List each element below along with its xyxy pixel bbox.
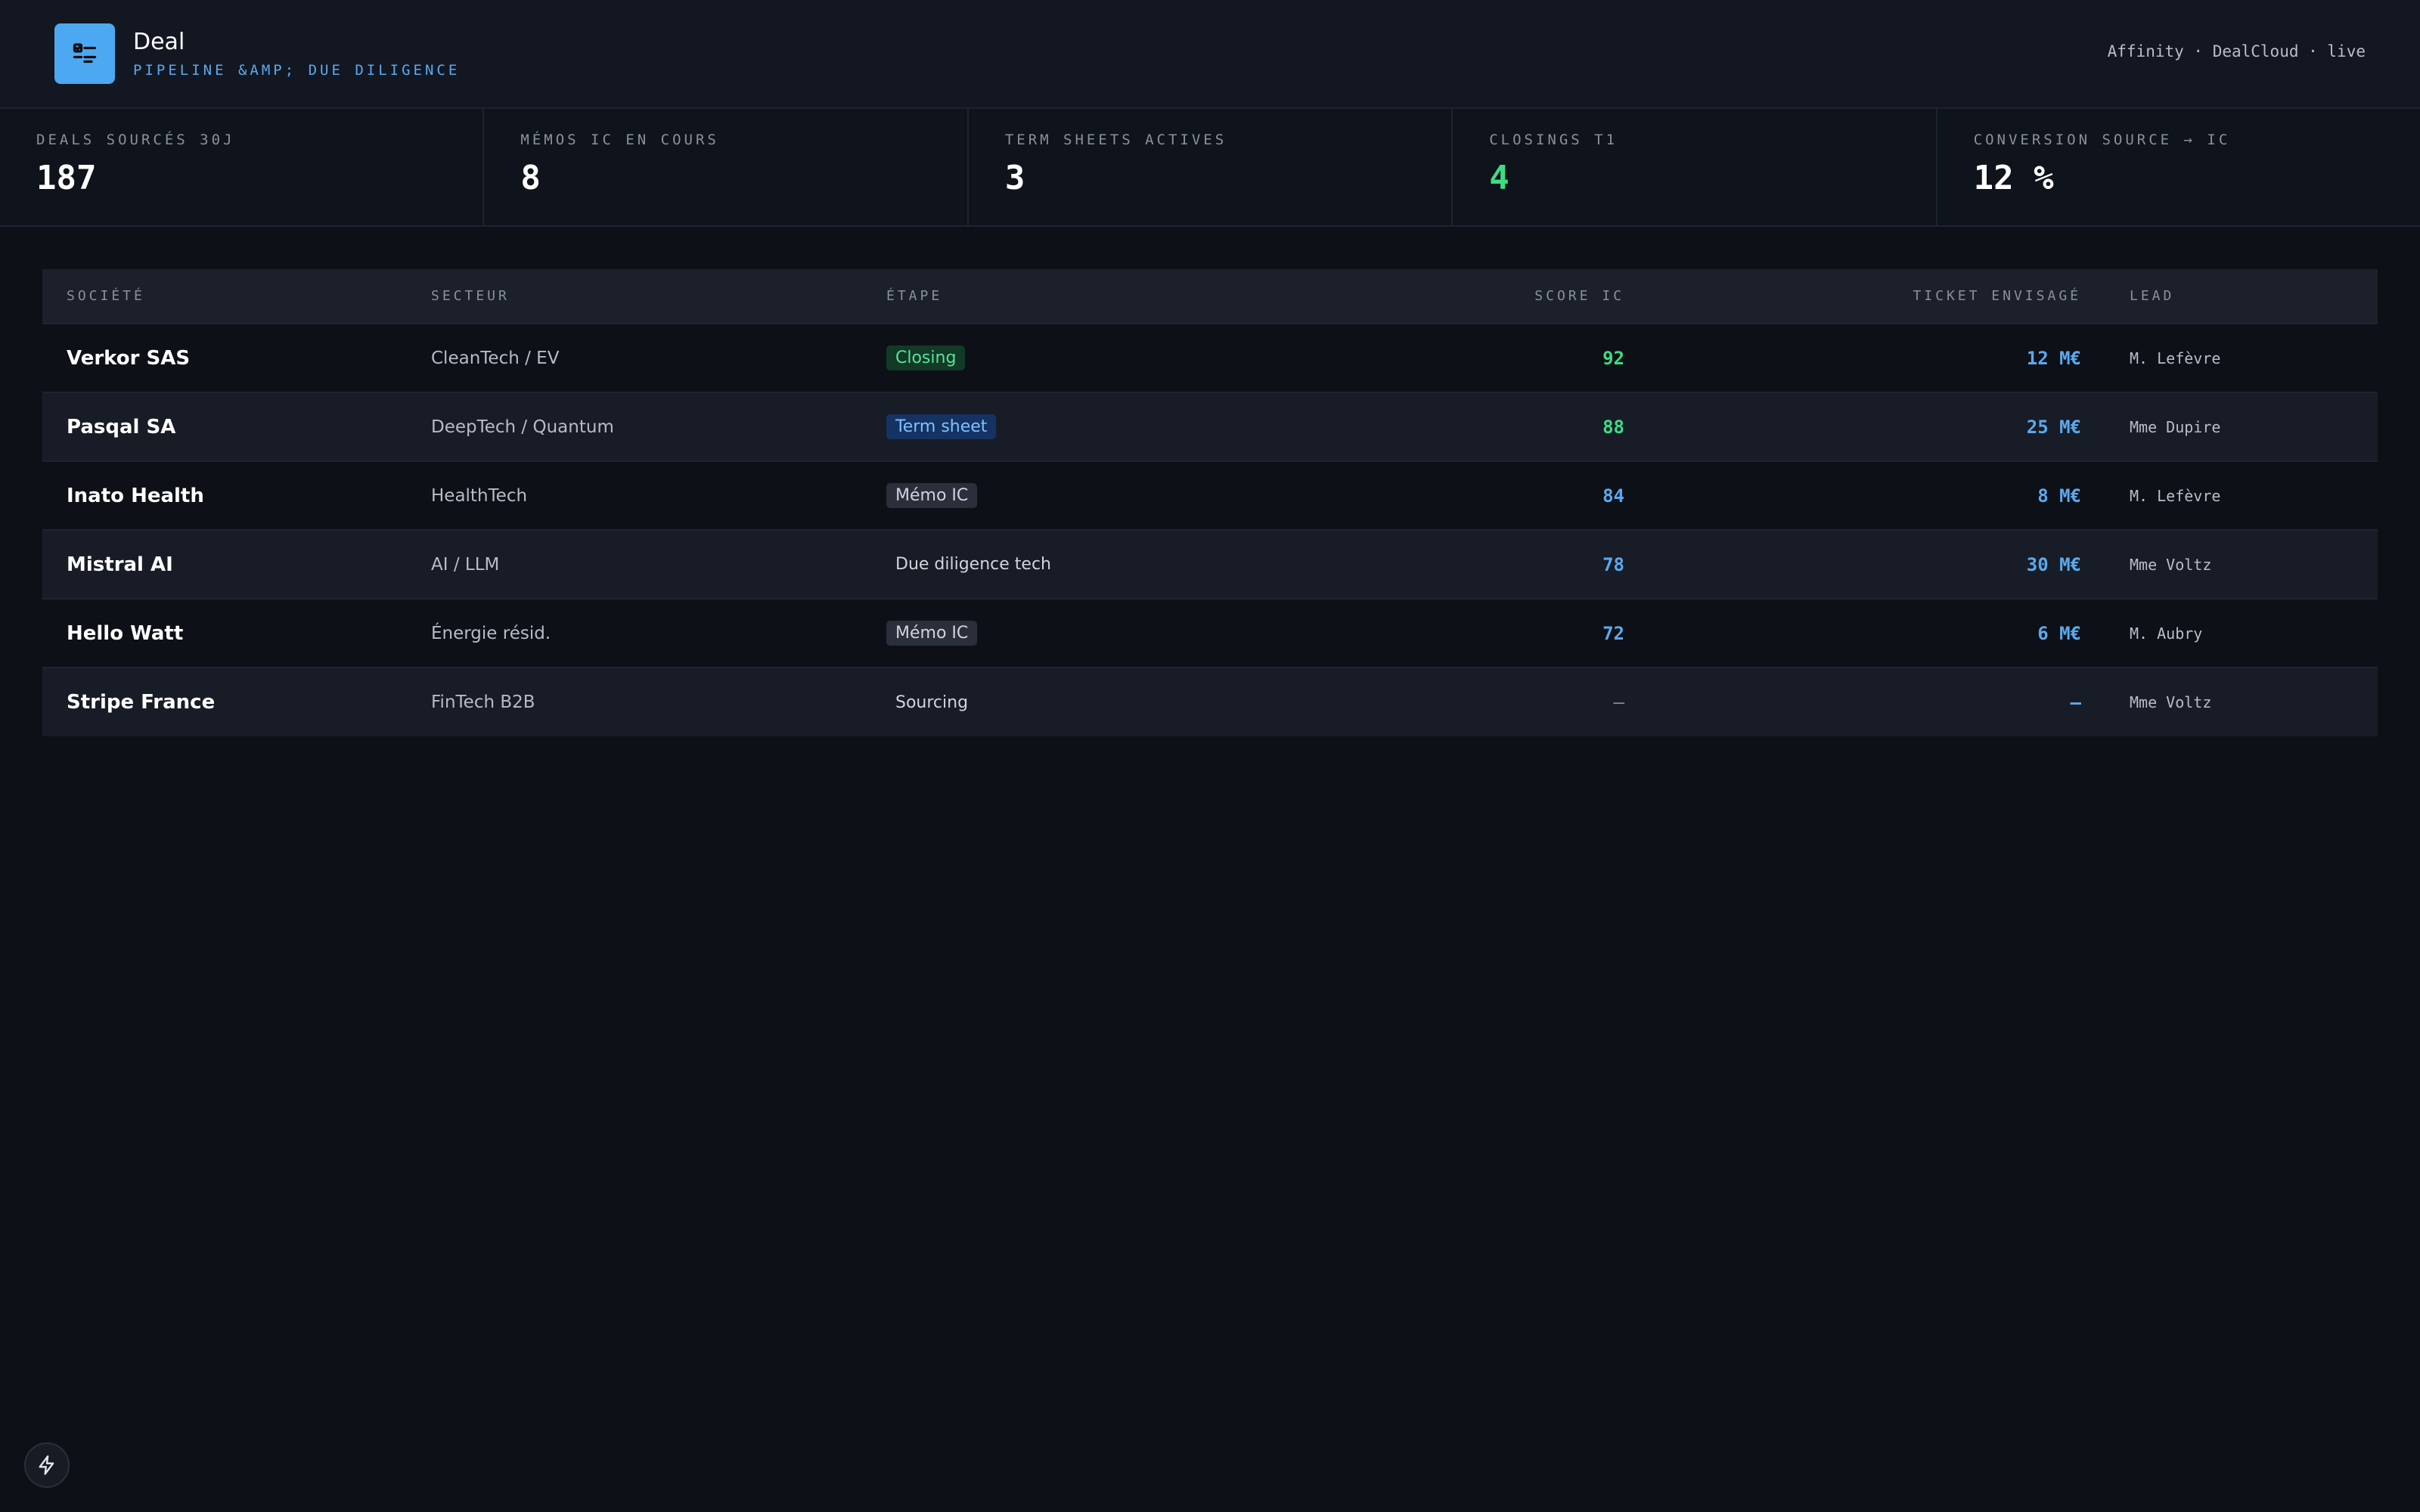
cell-score: 88 [1602,416,1624,438]
kpi-label: MÉMOS IC EN COURS [520,132,719,148]
cell-ticket: 8 M€ [2037,485,2081,507]
column-header-score[interactable]: SCORE IC [1317,269,1649,324]
column-header-ticket[interactable]: TICKET ENVISAGÉ [1649,269,2105,324]
stage-badge: Closing [886,345,966,370]
cell-sector: Énergie résid. [431,623,551,643]
kpi-label: TERM SHEETS ACTIVES [1004,132,1227,148]
cell-score: 78 [1602,553,1624,575]
deal-pipeline-table: SOCIÉTÉ SECTEUR ÉTAPE SCORE IC TICKET EN… [42,269,2378,736]
column-header-sector[interactable]: SECTEUR [407,269,862,324]
kpi-label: CONVERSION SOURCE → IC [1973,132,2231,148]
cell-lead: M. Aubry [2130,624,2203,643]
table-row[interactable]: Mistral AI AI / LLM Due diligence tech 7… [42,530,2378,599]
data-sources-status: Affinity · DealCloud · live [2107,42,2366,60]
table-header-row: SOCIÉTÉ SECTEUR ÉTAPE SCORE IC TICKET EN… [42,269,2378,324]
app-header: Deal PIPELINE &AMP; DUE DILIGENCE Affini… [0,0,2420,109]
cell-company: Inato Health [67,484,204,507]
cell-sector: HealthTech [431,485,528,506]
kpi-value: 12 % [1973,159,2054,197]
table-row[interactable]: Stripe France FinTech B2B Sourcing — — M… [42,668,2378,736]
kpi-deals-sourced: DEALS SOURCÉS 30J 187 [0,109,485,225]
kpi-value: 187 [36,159,97,197]
kpi-closings: CLOSINGS T1 4 [1453,109,1938,225]
kpi-band: DEALS SOURCÉS 30J 187 MÉMOS IC EN COURS … [0,109,2420,227]
cell-ticket: 6 M€ [2037,622,2081,644]
cell-ticket: 12 M€ [2026,347,2081,369]
cell-ticket: 30 M€ [2026,553,2081,575]
app-subtitle: PIPELINE &AMP; DUE DILIGENCE [133,61,461,79]
stage-badge: Mémo IC [886,483,978,508]
cell-ticket: — [2070,692,2081,713]
table-row[interactable]: Pasqal SA DeepTech / Quantum Term sheet … [42,392,2378,461]
cell-stage: Mémo IC [862,599,1317,668]
cell-lead: M. Lefèvre [2130,486,2221,505]
cell-sector: CleanTech / EV [431,348,560,368]
column-header-lead[interactable]: LEAD [2105,269,2378,324]
checklist-icon[interactable] [54,23,115,84]
column-header-stage[interactable]: ÉTAPE [862,269,1317,324]
cell-score: 72 [1602,622,1624,644]
stage-badge: Sourcing [895,692,969,712]
kpi-label: DEALS SOURCÉS 30J [36,132,235,148]
cell-lead: Mme Voltz [2130,693,2212,711]
table-row[interactable]: Hello Watt Énergie résid. Mémo IC 72 6 M… [42,599,2378,668]
cell-stage: Sourcing [862,668,1317,736]
table-row[interactable]: Inato Health HealthTech Mémo IC 84 8 M€ … [42,461,2378,530]
cell-score: — [1613,692,1624,713]
kpi-value: 4 [1489,159,1509,197]
cell-stage: Closing [862,324,1317,392]
table-row[interactable]: Verkor SAS CleanTech / EV Closing 92 12 … [42,324,2378,392]
cell-lead: Mme Dupire [2130,417,2221,436]
kpi-value: 8 [520,159,541,197]
cell-ticket: 25 M€ [2026,416,2081,438]
cell-company: Pasqal SA [67,415,176,438]
column-header-company[interactable]: SOCIÉTÉ [42,269,407,324]
stage-badge: Due diligence tech [895,555,1051,574]
kpi-ic-memos: MÉMOS IC EN COURS 8 [484,109,969,225]
cell-company: Mistral AI [67,553,173,576]
cell-stage: Mémo IC [862,461,1317,530]
kpi-label: CLOSINGS T1 [1489,132,1618,148]
cell-company: Verkor SAS [67,346,191,370]
cell-sector: DeepTech / Quantum [431,417,614,437]
cell-company: Hello Watt [67,621,184,645]
cell-score: 92 [1602,347,1624,369]
stage-badge: Mémo IC [886,621,978,646]
stage-badge: Term sheet [886,414,997,439]
kpi-value: 3 [1004,159,1025,197]
cell-company: Stripe France [67,691,216,714]
cell-stage: Term sheet [862,392,1317,461]
cell-sector: AI / LLM [431,554,500,575]
brand: Deal PIPELINE &AMP; DUE DILIGENCE [133,29,460,79]
bolt-icon[interactable] [24,1442,70,1488]
cell-sector: FinTech B2B [431,692,535,712]
cell-score: 84 [1602,485,1624,507]
app-title: Deal [133,28,185,55]
cell-lead: M. Lefèvre [2130,349,2221,367]
cell-stage: Due diligence tech [862,530,1317,599]
deal-pipeline-table-wrapper: SOCIÉTÉ SECTEUR ÉTAPE SCORE IC TICKET EN… [42,269,2378,736]
kpi-conversion: CONVERSION SOURCE → IC 12 % [1938,109,2420,225]
cell-lead: Mme Voltz [2130,555,2212,574]
kpi-term-sheets: TERM SHEETS ACTIVES 3 [969,109,1454,225]
